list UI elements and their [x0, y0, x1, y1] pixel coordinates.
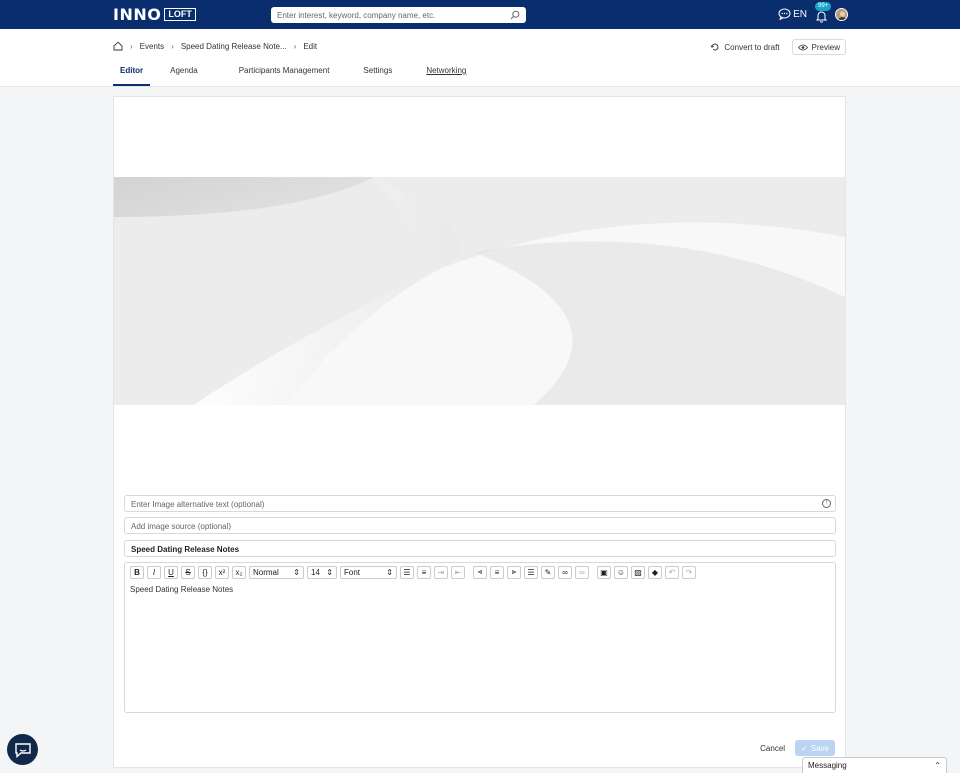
innoloft-logo[interactable]: INNO LOFT [113, 5, 196, 24]
align-justify-icon[interactable]: ☰ [524, 565, 538, 579]
tab-settings[interactable]: Settings [356, 58, 399, 86]
logo-text: INNO [113, 5, 162, 24]
preview-label: Preview [811, 42, 840, 52]
align-center-icon[interactable]: ≡ [490, 565, 504, 579]
font-size-value: 14 [311, 567, 320, 577]
chat-support-button[interactable] [7, 734, 38, 765]
editor-content[interactable]: Speed Dating Release Notes [125, 581, 835, 598]
font-family-value: Font [344, 567, 361, 577]
search-input[interactable] [271, 7, 501, 24]
top-navigation-bar: INNO LOFT EN 99+ [0, 0, 960, 29]
strikethrough-button[interactable]: S [181, 565, 195, 579]
global-search [271, 7, 526, 24]
chat-bubble-icon [14, 742, 31, 758]
user-avatar[interactable] [835, 7, 848, 21]
select-arrows-icon: ⇕ [293, 567, 300, 577]
block-type-select[interactable]: Normal ⇕ [249, 565, 304, 579]
event-editor-card: ! B I U S {} x² x₂ Normal ⇕ 14 ⇕ Font ⇕ [113, 96, 846, 768]
header-actions: EN 99+ [778, 2, 848, 24]
undo-icon[interactable]: ↶ [665, 565, 679, 579]
redo-icon[interactable]: ↷ [682, 565, 696, 579]
page-actions: Convert to draft Preview [710, 39, 846, 55]
tab-participants-management[interactable]: Participants Management [232, 58, 337, 86]
emoji-icon[interactable]: ☺ [614, 565, 628, 579]
chevron-right-icon: › [130, 41, 133, 51]
editor-toolbar: B I U S {} x² x₂ Normal ⇕ 14 ⇕ Font ⇕ ☰ … [125, 563, 835, 581]
image-alt-text-input[interactable] [125, 497, 835, 512]
eraser-icon[interactable]: ◆ [648, 565, 662, 579]
superscript-button[interactable]: x² [215, 565, 229, 579]
link-icon[interactable]: ∞ [558, 565, 572, 579]
subscript-button[interactable]: x₂ [232, 565, 246, 579]
language-label: EN [793, 8, 807, 20]
notifications-button[interactable]: 99+ [813, 2, 832, 24]
chevron-up-icon: ⌃ [934, 761, 941, 770]
image-source-input[interactable] [125, 519, 835, 534]
event-banner-image[interactable] [114, 177, 845, 405]
font-size-select[interactable]: 14 ⇕ [307, 565, 337, 579]
breadcrumb-event-name[interactable]: Speed Dating Release Note... [181, 42, 287, 51]
chat-language-icon [778, 8, 791, 20]
tab-networking[interactable]: Networking [419, 58, 473, 86]
ordered-list-icon[interactable]: ≡ [417, 565, 431, 579]
convert-to-draft-button[interactable]: Convert to draft [710, 42, 780, 52]
notification-badge: 99+ [815, 2, 832, 11]
event-tabs: Editor Agenda Participants Management Se… [113, 58, 486, 86]
language-switcher[interactable]: EN [778, 8, 807, 20]
code-button[interactable]: {} [198, 565, 212, 579]
cancel-button[interactable]: Cancel [760, 744, 785, 753]
image-alt-text-field: ! [124, 495, 836, 512]
event-title-field [124, 540, 836, 557]
save-label: Save [810, 743, 829, 753]
info-icon[interactable]: ! [822, 499, 831, 508]
bold-button[interactable]: B [130, 565, 144, 579]
breadcrumb-events[interactable]: Events [140, 42, 164, 51]
italic-button[interactable]: I [147, 565, 161, 579]
convert-to-draft-label: Convert to draft [724, 42, 780, 52]
align-right-icon[interactable]: ⫸ [507, 565, 521, 579]
banner-graphic [114, 177, 845, 405]
select-arrows-icon: ⇕ [386, 567, 393, 577]
avatar-image [836, 8, 847, 20]
logo-subtext: LOFT [164, 8, 196, 21]
tab-editor[interactable]: Editor [113, 58, 151, 86]
font-family-select[interactable]: Font ⇕ [340, 565, 397, 579]
home-icon[interactable] [113, 41, 123, 51]
tab-agenda[interactable]: Agenda [163, 58, 205, 86]
align-left-icon[interactable]: ⫷ [473, 565, 487, 579]
block-type-value: Normal [253, 567, 279, 577]
unordered-list-icon[interactable]: ☰ [400, 565, 414, 579]
color-picker-icon[interactable]: ✎ [541, 565, 555, 579]
page-subheader: › Events › Speed Dating Release Note... … [0, 29, 960, 87]
event-title-input[interactable] [125, 542, 835, 557]
messaging-panel-toggle[interactable]: Messaging ⌃ [802, 757, 947, 773]
image-icon[interactable]: ▨ [631, 565, 645, 579]
draft-icon [711, 43, 719, 51]
underline-button[interactable]: U [164, 565, 178, 579]
check-icon: ✓ [801, 743, 808, 753]
breadcrumb-current: Edit [303, 41, 318, 51]
indent-icon[interactable]: ⇥ [434, 565, 448, 579]
rich-text-editor: B I U S {} x² x₂ Normal ⇕ 14 ⇕ Font ⇕ ☰ … [124, 562, 836, 713]
image-source-field [124, 517, 836, 534]
bell-icon [815, 11, 827, 23]
form-actions: Cancel ✓ Save [760, 740, 835, 756]
preview-button[interactable]: Preview [791, 39, 846, 55]
messaging-label: Messaging [808, 761, 847, 770]
save-button[interactable]: ✓ Save [795, 740, 835, 756]
chevron-right-icon: › [171, 41, 174, 51]
select-arrows-icon: ⇕ [326, 567, 333, 577]
unlink-icon[interactable]: ∞ [575, 565, 589, 579]
search-icon[interactable] [510, 10, 520, 20]
chevron-right-icon: › [293, 41, 297, 51]
outdent-icon[interactable]: ⇤ [451, 565, 465, 579]
embed-icon[interactable]: ▣ [597, 565, 611, 579]
breadcrumb: › Events › Speed Dating Release Note... … [113, 41, 317, 51]
eye-icon [797, 44, 808, 50]
